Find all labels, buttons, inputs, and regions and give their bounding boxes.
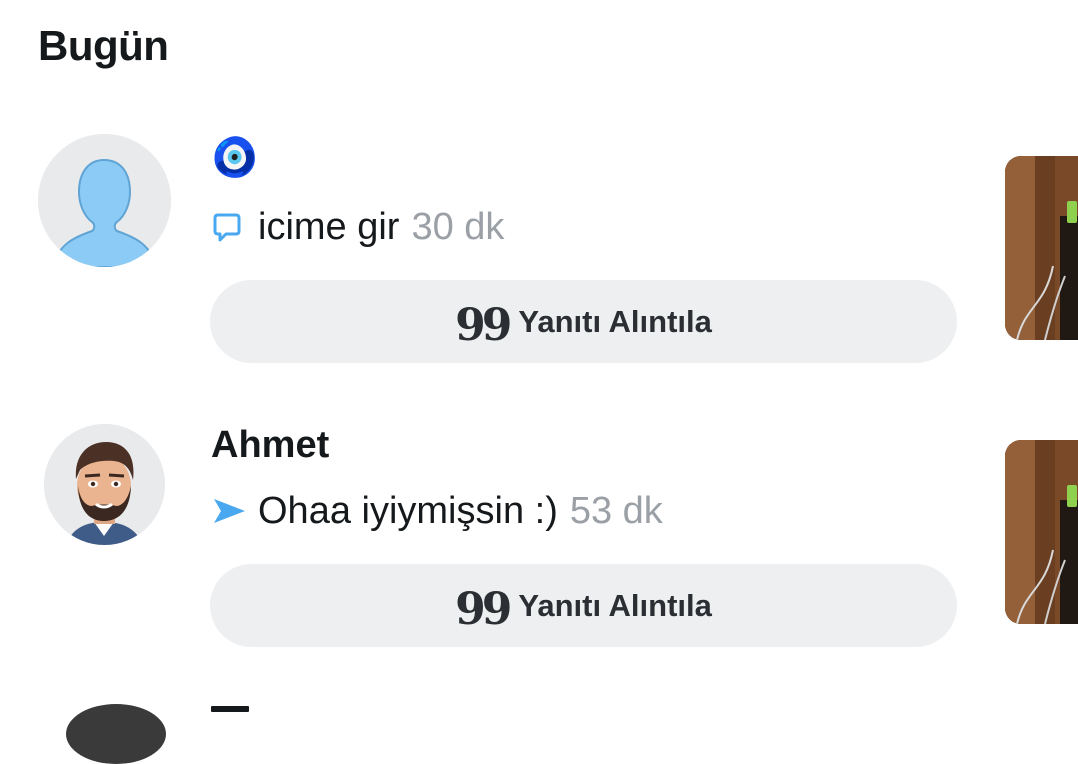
- quote-reply-label: Yanıtı Alıntıla: [518, 587, 712, 623]
- quote-icon: 99: [455, 299, 512, 351]
- conversation-item[interactable]: Ahmet Ohaa iyiymişsin :) 53 dk 99 Yanıtı…: [0, 0, 1078, 647]
- quote-reply-button[interactable]: 99 Yanıtı Alıntıla: [210, 564, 957, 647]
- avatar[interactable]: [66, 704, 166, 764]
- message-text: Ohaa iyiymişsin :): [258, 489, 558, 532]
- quote-icon: 99: [455, 583, 512, 635]
- bitmoji-avatar[interactable]: [44, 424, 165, 545]
- contact-name: Ahmet: [211, 424, 330, 466]
- sent-arrow-icon: [212, 494, 246, 528]
- contact-name: [211, 706, 249, 712]
- quote-reply-button[interactable]: 99 Yanıtı Alıntıla: [210, 280, 957, 363]
- quote-reply-label: Yanıtı Alıntıla: [518, 303, 712, 339]
- last-message-row: Ohaa iyiymişsin :) 53 dk: [212, 488, 663, 534]
- message-time: 53 dk: [569, 489, 663, 532]
- snap-thumbnail[interactable]: [1005, 440, 1078, 624]
